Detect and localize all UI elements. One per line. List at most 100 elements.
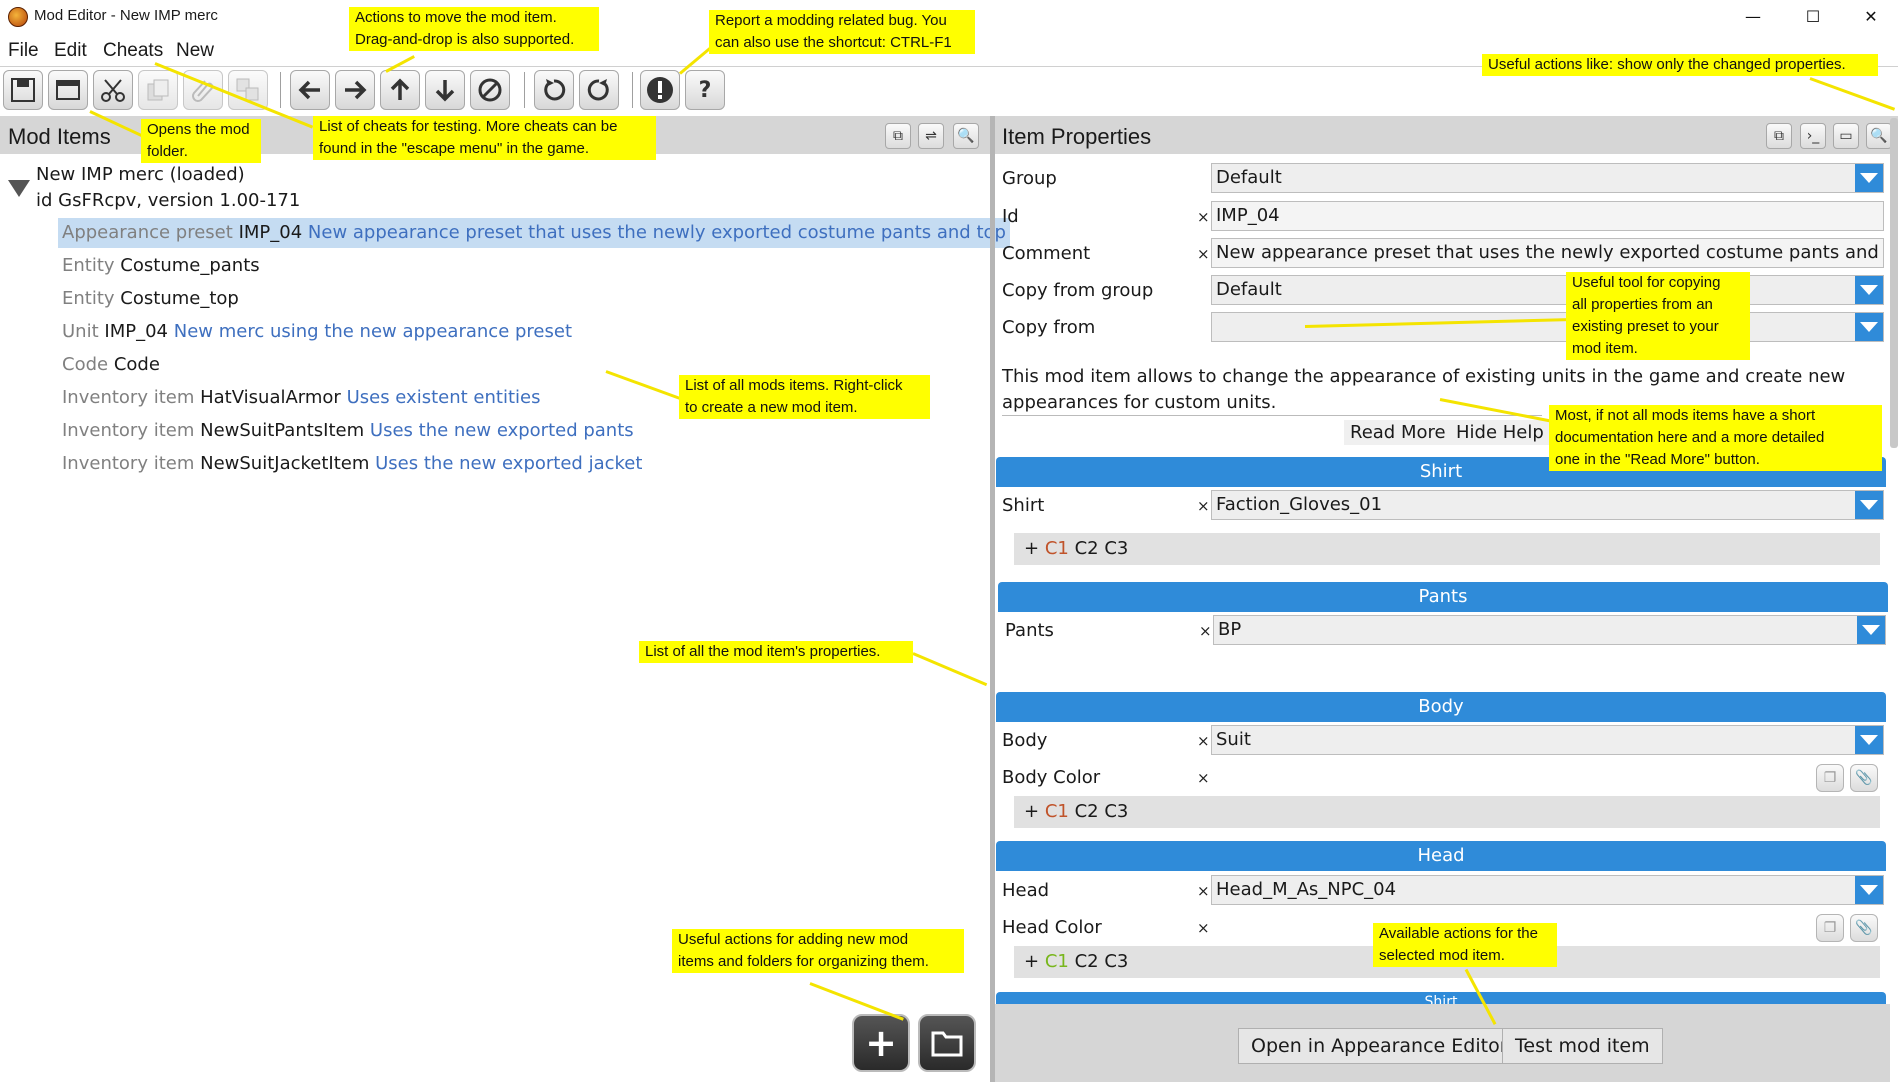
head-dropdown[interactable]: Head_M_As_NPC_04 xyxy=(1211,875,1884,905)
item-class: Entity xyxy=(62,255,115,276)
clear-icon[interactable]: × xyxy=(1197,919,1210,937)
head-color-label: Head Color xyxy=(1002,917,1102,938)
list-item[interactable]: Inventory item HatVisualArmor Uses exist… xyxy=(62,383,540,413)
list-item[interactable]: Code Code xyxy=(62,350,160,380)
color-c1[interactable]: C1 xyxy=(1045,538,1069,559)
chevron-down-icon[interactable] xyxy=(1855,726,1883,754)
section-header-body[interactable]: Body xyxy=(996,692,1886,722)
panel-toggle-button[interactable]: ▭ xyxy=(1833,123,1859,149)
body-color-selector[interactable]: + C1 C2 C3 xyxy=(1014,796,1880,828)
hide-help-button[interactable]: Hide Help xyxy=(1450,420,1550,445)
list-item-selected[interactable]: Appearance preset IMP_04 New appearance … xyxy=(58,218,1010,248)
list-item[interactable]: Inventory item NewSuitPantsItem Uses the… xyxy=(62,416,634,446)
annotation-props-list: List of all the mod item's properties. xyxy=(639,641,913,663)
menu-new[interactable]: New xyxy=(176,40,214,62)
collapse-all-button[interactable]: ⧉ xyxy=(1766,123,1792,149)
add-color-icon[interactable]: + xyxy=(1024,951,1039,972)
arrow-down-icon xyxy=(435,80,455,102)
list-item[interactable]: Entity Costume_pants xyxy=(62,251,260,281)
chevron-down-icon[interactable] xyxy=(1855,876,1883,904)
list-item[interactable]: Unit IMP_04 New merc using the new appea… xyxy=(62,317,572,347)
shirt-color-selector[interactable]: + C1 C2 C3 xyxy=(1014,533,1880,565)
chevron-down-icon[interactable] xyxy=(1855,164,1883,192)
pants-label: Pants xyxy=(1005,620,1054,641)
cut-button[interactable] xyxy=(93,70,133,110)
comment-field[interactable]: New appearance preset that uses the newl… xyxy=(1211,238,1884,268)
maximize-icon[interactable]: ☐ xyxy=(1790,0,1836,32)
copy-from-group-dropdown[interactable]: Default xyxy=(1211,275,1884,305)
group-dropdown[interactable]: Default xyxy=(1211,163,1884,193)
report-bug-button[interactable] xyxy=(640,70,680,110)
paste-color-button[interactable]: 📎 xyxy=(1850,764,1878,792)
search-button[interactable]: 🔍 xyxy=(953,123,979,149)
clear-icon[interactable]: × xyxy=(1197,769,1210,787)
list-item[interactable]: Entity Costume_top xyxy=(62,284,239,314)
add-color-icon[interactable]: + xyxy=(1024,801,1039,822)
scrollbar[interactable] xyxy=(1890,118,1898,448)
move-up-button[interactable] xyxy=(380,70,420,110)
undo-button[interactable] xyxy=(534,70,574,110)
section-header-head[interactable]: Head xyxy=(996,841,1886,871)
pants-dropdown[interactable]: BP xyxy=(1213,615,1886,645)
minimize-icon[interactable]: — xyxy=(1730,0,1776,32)
annotation-text: items and folders for organizing them. xyxy=(678,953,929,970)
menu-edit[interactable]: Edit xyxy=(54,40,87,62)
shirt-dropdown[interactable]: Faction_Gloves_01 xyxy=(1211,490,1884,520)
clear-icon[interactable]: × xyxy=(1197,245,1210,263)
copy-color-button[interactable]: ❐ xyxy=(1816,764,1844,792)
test-mod-item-button[interactable]: Test mod item xyxy=(1502,1028,1663,1064)
redo-button[interactable] xyxy=(579,70,619,110)
add-color-icon[interactable]: + xyxy=(1024,538,1039,559)
section-header-pants[interactable]: Pants xyxy=(998,582,1888,612)
move-down-button[interactable] xyxy=(425,70,465,110)
usb-button[interactable]: ⇌ xyxy=(918,123,944,149)
cancel-button[interactable] xyxy=(470,70,510,110)
color-c2-c3[interactable]: C2 C3 xyxy=(1075,538,1129,559)
window-title: Mod Editor - New IMP merc xyxy=(34,7,218,24)
help-text-line-1: This mod item allows to change the appea… xyxy=(1002,366,1846,387)
section-header-next[interactable]: Shirt xyxy=(996,992,1886,1004)
clear-icon[interactable]: × xyxy=(1199,622,1212,640)
annotation-docs: Most, if not all mods items have a short… xyxy=(1549,405,1882,471)
help-button[interactable]: ? xyxy=(685,70,725,110)
annotation-copy-tool: Useful tool for copying all properties f… xyxy=(1566,272,1750,360)
chevron-down-icon[interactable] xyxy=(1855,313,1883,341)
open-mod-folder-button[interactable] xyxy=(48,70,88,110)
close-icon[interactable]: ✕ xyxy=(1848,0,1894,32)
save-button[interactable] xyxy=(3,70,43,110)
add-mod-item-button[interactable]: + xyxy=(852,1014,910,1072)
help-divider xyxy=(1002,415,1542,416)
console-button[interactable]: ›_ xyxy=(1800,123,1826,149)
annotation-text: all properties from an xyxy=(1572,296,1713,313)
move-left-button[interactable] xyxy=(290,70,330,110)
paste-color-button[interactable]: 📎 xyxy=(1850,914,1878,942)
clear-icon[interactable]: × xyxy=(1197,208,1210,226)
color-c2-c3[interactable]: C2 C3 xyxy=(1075,801,1129,822)
read-more-button[interactable]: Read More xyxy=(1344,420,1452,445)
color-c1[interactable]: C1 xyxy=(1045,801,1069,822)
copy-color-button[interactable]: ❐ xyxy=(1816,914,1844,942)
color-c1[interactable]: C1 xyxy=(1045,951,1069,972)
search-button[interactable]: 🔍 xyxy=(1866,123,1892,149)
collapse-all-button[interactable]: ⧉ xyxy=(885,123,911,149)
color-c2-c3[interactable]: C2 C3 xyxy=(1075,951,1129,972)
add-folder-button[interactable] xyxy=(918,1014,976,1072)
panel-splitter[interactable] xyxy=(990,116,995,1082)
item-class: Inventory item xyxy=(62,453,195,474)
duplicate-button[interactable] xyxy=(228,70,268,110)
clear-icon[interactable]: × xyxy=(1197,882,1210,900)
open-appearance-editor-button[interactable]: Open in Appearance Editor xyxy=(1238,1028,1521,1064)
clear-icon[interactable]: × xyxy=(1197,732,1210,750)
chevron-down-icon[interactable] xyxy=(1855,491,1883,519)
copy-button[interactable] xyxy=(138,70,178,110)
id-field[interactable]: IMP_04 xyxy=(1211,201,1884,231)
chevron-down-icon[interactable] xyxy=(1855,276,1883,304)
move-right-button[interactable] xyxy=(335,70,375,110)
expand-triangle-icon[interactable] xyxy=(8,180,30,197)
body-dropdown[interactable]: Suit xyxy=(1211,725,1884,755)
chevron-down-icon[interactable] xyxy=(1857,616,1885,644)
clear-icon[interactable]: × xyxy=(1197,497,1210,515)
menu-file[interactable]: File xyxy=(8,40,39,62)
list-item[interactable]: Inventory item NewSuitJacketItem Uses th… xyxy=(62,449,642,479)
menu-cheats[interactable]: Cheats xyxy=(103,40,163,62)
